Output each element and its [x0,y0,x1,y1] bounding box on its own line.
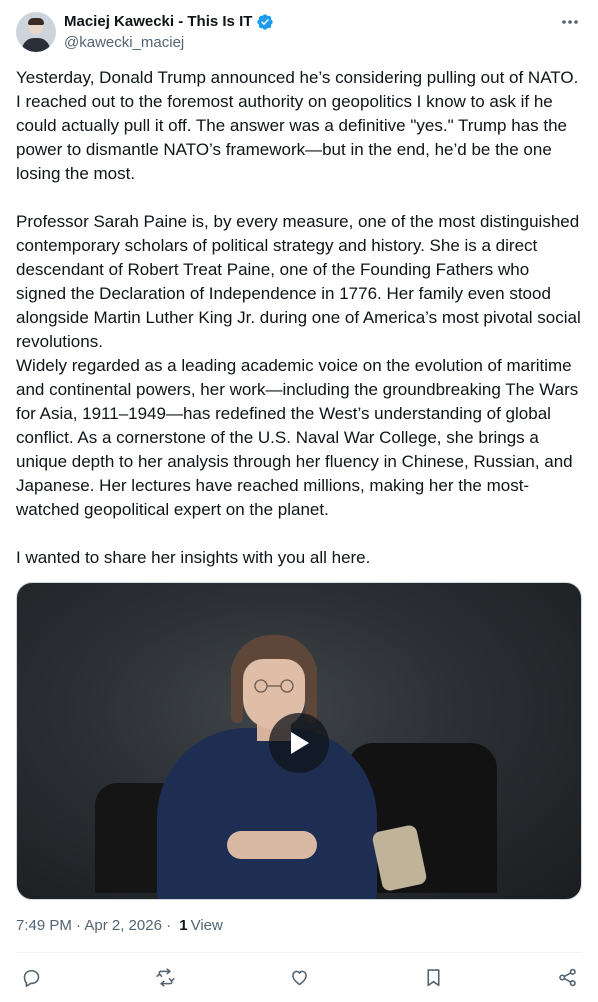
repost-icon[interactable] [154,966,176,988]
like-icon[interactable] [288,966,310,988]
divider [16,952,582,953]
video-frame-hair-left [231,663,243,723]
reply-icon[interactable] [20,966,42,988]
video-frame-glasses [254,679,294,693]
avatar[interactable] [16,12,56,52]
more-icon[interactable] [558,12,582,32]
timestamp[interactable]: 7:49 PM · Apr 2, 2026 · [16,916,175,936]
bookmark-icon[interactable] [422,966,444,988]
author-handle[interactable]: @kawecki_maciej [64,33,184,53]
tweet-meta: 7:49 PM · Apr 2, 2026 · 1 View [16,916,223,936]
author-display-name[interactable]: Maciej Kawecki - This Is IT [64,12,252,32]
verified-badge-icon[interactable] [256,13,274,31]
tweet-text: Yesterday, Donald Trump announced he’s c… [16,68,581,567]
share-icon[interactable] [556,966,578,988]
action-bar [20,966,578,988]
tweet-header: Maciej Kawecki - This Is IT @kawecki_mac… [16,12,582,54]
video-player[interactable] [16,582,582,900]
views-label: View [190,917,223,934]
video-frame-figure [157,728,377,899]
views-count: 1 [179,917,188,934]
name-row: Maciej Kawecki - This Is IT [64,12,274,32]
play-icon[interactable] [269,713,329,773]
video-frame-hands [227,831,317,859]
